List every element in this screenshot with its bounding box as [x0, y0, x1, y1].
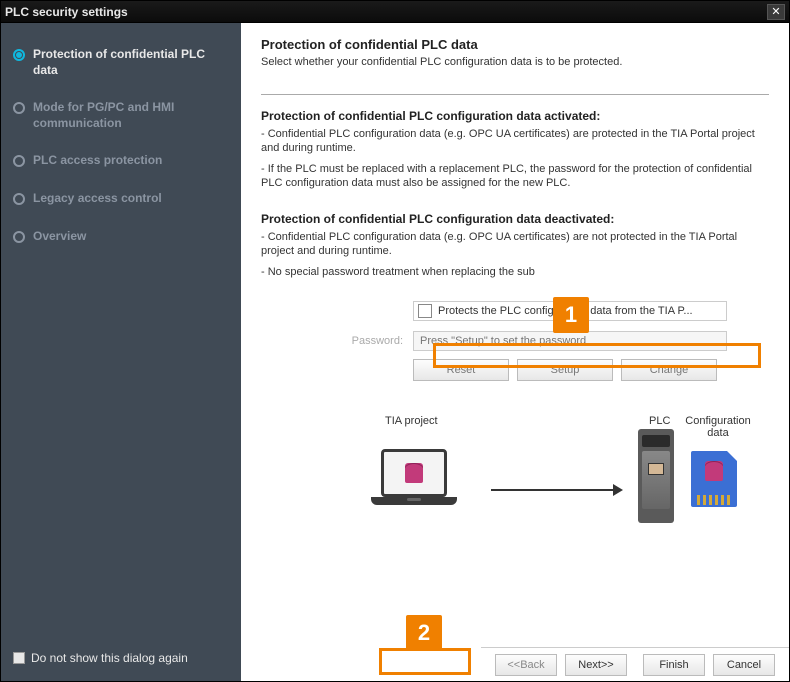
deactivated-line1: - Confidential PLC configuration data (e… — [261, 230, 769, 259]
checkbox-icon — [418, 304, 432, 318]
diagram-config-label: Configuration data — [679, 415, 757, 439]
wizard-footer: <<Back Next>> Finish Cancel — [481, 647, 789, 681]
callout-2: 2 — [406, 615, 442, 651]
titlebar: PLC security settings ✕ — [1, 1, 789, 23]
page-subtitle: Select whether your confidential PLC con… — [261, 56, 769, 68]
protection-form: Protects the PLC configuration data from… — [301, 301, 769, 381]
cancel-button[interactable]: Cancel — [713, 654, 775, 676]
password-input[interactable] — [413, 331, 727, 351]
activated-line2: - If the PLC must be replaced with a rep… — [261, 162, 769, 191]
deactivated-line2: - No special password treatment when rep… — [261, 265, 769, 279]
deactivated-block: Protection of confidential PLC configura… — [261, 212, 769, 279]
sidebar-item-label: Legacy access control — [33, 191, 162, 207]
sidebar-item-access-protection[interactable]: PLC access protection — [13, 153, 229, 169]
sidebar-item-legacy[interactable]: Legacy access control — [13, 191, 229, 207]
radio-icon — [13, 155, 25, 167]
diagram-tia-label: TIA project — [385, 415, 438, 427]
radio-icon — [13, 193, 25, 205]
back-button[interactable]: <<Back — [495, 654, 557, 676]
database-icon — [705, 461, 723, 481]
window-title: PLC security settings — [5, 5, 128, 19]
activated-heading: Protection of confidential PLC configura… — [261, 109, 769, 123]
sidebar-item-label: Protection of confidential PLC data — [33, 47, 229, 78]
wizard-sidebar: Protection of confidential PLC data Mode… — [1, 23, 241, 681]
sidebar-item-label: Mode for PG/PC and HMI communication — [33, 100, 229, 131]
sidebar-item-mode[interactable]: Mode for PG/PC and HMI communication — [13, 100, 229, 131]
content-panel: Protection of confidential PLC data Sele… — [241, 23, 789, 681]
plc-device-icon — [638, 429, 674, 523]
sidebar-item-label: Overview — [33, 229, 86, 245]
database-icon — [405, 463, 423, 483]
reset-button[interactable]: Reset — [413, 359, 509, 381]
sd-card-icon — [691, 451, 737, 507]
sidebar-item-label: PLC access protection — [33, 153, 162, 169]
setup-button[interactable]: Setup — [517, 359, 613, 381]
diagram-plc-label: PLC — [649, 415, 670, 427]
dont-show-again-checkbox[interactable]: Do not show this dialog again — [13, 651, 229, 665]
radio-icon — [13, 231, 25, 243]
dialog-window: PLC security settings ✕ Protection of co… — [0, 0, 790, 682]
password-label: Password: — [301, 335, 403, 347]
deactivated-heading: Protection of confidential PLC configura… — [261, 212, 769, 226]
arrow-icon — [491, 489, 621, 491]
sidebar-item-protection[interactable]: Protection of confidential PLC data — [13, 47, 229, 78]
callout-1: 1 — [553, 297, 589, 333]
activated-block: Protection of confidential PLC configura… — [261, 109, 769, 190]
laptop-icon — [381, 449, 457, 505]
diagram: TIA project PLC Configuration data — [261, 411, 769, 561]
checkbox-icon — [13, 652, 25, 664]
divider — [261, 94, 769, 95]
page-title: Protection of confidential PLC data — [261, 37, 769, 52]
activated-line1: - Confidential PLC configuration data (e… — [261, 127, 769, 156]
radio-icon — [13, 49, 25, 61]
dont-show-label: Do not show this dialog again — [31, 651, 188, 665]
close-button[interactable]: ✕ — [767, 4, 785, 20]
radio-icon — [13, 102, 25, 114]
next-button[interactable]: Next>> — [565, 654, 627, 676]
finish-button[interactable]: Finish — [643, 654, 705, 676]
change-button[interactable]: Change — [621, 359, 717, 381]
sidebar-item-overview[interactable]: Overview — [13, 229, 229, 245]
